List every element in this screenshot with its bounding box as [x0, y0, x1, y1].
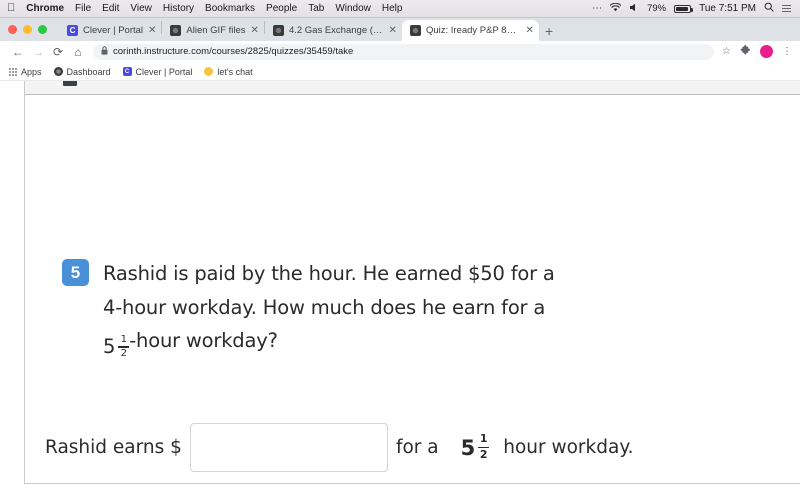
answer-input[interactable]	[189, 423, 388, 472]
battery-percentage: 79%	[647, 3, 667, 14]
bookmark-lets-chat[interactable]: let's chat	[204, 66, 253, 77]
extensions-puzzle-icon[interactable]	[740, 44, 751, 59]
question-number-badge: 5	[62, 259, 89, 286]
menubar-item-help[interactable]: Help	[382, 3, 403, 14]
question-block: 5 Rashid is paid by the hour. He earned …	[62, 257, 770, 364]
answer-middle-label: for a	[395, 437, 439, 458]
search-icon[interactable]	[764, 2, 774, 15]
question-row: 5 Rashid is paid by the hour. He earned …	[62, 257, 770, 364]
bookmark-dashboard[interactable]: Dashboard	[53, 66, 111, 77]
browser-toolbar: ← → ⟳ ⌂ corinth.instructure.com/courses/…	[0, 41, 800, 63]
tab-close-icon[interactable]: ✕	[526, 25, 534, 36]
clever-favicon-icon: C	[67, 25, 78, 36]
generic-favicon-icon	[409, 25, 421, 36]
bookmark-label: Clever | Portal	[135, 66, 193, 77]
clipped-quiz-toolbar	[25, 81, 800, 95]
fraction-numerator: 1	[120, 333, 127, 345]
address-bar-url: corinth.instructure.com/courses/2825/qui…	[113, 46, 354, 57]
fraction-denominator: 2	[479, 447, 488, 461]
mixed-number-whole: 5	[460, 435, 476, 460]
tab-close-icon[interactable]: ✕	[148, 25, 156, 36]
bookmark-label: let's chat	[217, 66, 253, 77]
question-mixed-number: 5 1 2	[103, 330, 130, 364]
fraction-numerator: 1	[479, 432, 488, 446]
clever-favicon-icon: C	[122, 67, 132, 76]
tab-close-icon[interactable]: ✕	[251, 25, 259, 36]
question-text: Rashid is paid by the hour. He earned $5…	[103, 257, 555, 364]
question-line-2: 4-hour workday. How much does he earn fo…	[103, 295, 546, 319]
menubar-item-view[interactable]: View	[130, 3, 152, 14]
chrome-menu-icon[interactable]: ⋮	[782, 46, 792, 57]
generic-favicon-icon	[272, 25, 284, 36]
menubar-item-file[interactable]: File	[75, 3, 91, 14]
new-tab-button[interactable]: +	[539, 24, 559, 38]
airplay-icon[interactable]: ⋯	[592, 3, 602, 14]
address-bar[interactable]: corinth.instructure.com/courses/2825/qui…	[93, 43, 715, 60]
page-viewport: 5 Rashid is paid by the hour. He earned …	[0, 81, 800, 500]
clipped-toolbar-button[interactable]	[63, 81, 77, 86]
reload-button[interactable]: ⟳	[48, 46, 68, 58]
menubar-item-tab[interactable]: Tab	[308, 3, 324, 14]
fraction: 1 2	[118, 333, 130, 360]
tab-title: Alien GIF files	[186, 25, 246, 36]
bookmark-clever-portal[interactable]: C Clever | Portal	[122, 66, 193, 77]
wifi-icon[interactable]	[609, 2, 622, 15]
browser-tab-quiz-iready[interactable]: Quiz: Iready P&P 87-88Homew ✕	[401, 20, 539, 41]
menubar-item-window[interactable]: Window	[335, 3, 371, 14]
answer-prefix-label: Rashid earns $	[45, 437, 182, 458]
question-line-3: 5 1 2 -hour workday?	[103, 324, 555, 364]
question-line-3-tail: -hour workday?	[129, 329, 278, 353]
battery-icon	[674, 4, 694, 13]
browser-tab-gas-exchange[interactable]: 4.2 Gas Exchange (Wednesda ✕	[265, 20, 402, 41]
menubar-item-bookmarks[interactable]: Bookmarks	[205, 3, 255, 14]
answer-row: Rashid earns $ for a 5 1 2 hour workday.	[45, 423, 634, 472]
answer-suffix-label: hour workday.	[503, 437, 634, 458]
fraction-denominator: 2	[120, 348, 127, 360]
menubar-item-chrome[interactable]: Chrome	[26, 3, 64, 14]
control-center-icon[interactable]	[782, 4, 791, 13]
menubar-item-people[interactable]: People	[266, 3, 297, 14]
fraction: 1 2	[478, 432, 490, 461]
back-button[interactable]: ←	[8, 46, 28, 58]
close-window-button[interactable]	[8, 25, 17, 34]
volume-icon[interactable]	[629, 3, 639, 15]
home-button[interactable]: ⌂	[68, 46, 88, 58]
menubar-item-history[interactable]: History	[163, 3, 194, 14]
menubar-item-edit[interactable]: Edit	[102, 3, 119, 14]
generic-favicon-icon	[170, 25, 182, 36]
tab-title: Clever | Portal	[83, 25, 144, 36]
tab-close-icon[interactable]: ✕	[389, 25, 397, 36]
profile-avatar[interactable]	[760, 45, 773, 58]
bookmarks-bar: Apps Dashboard C Clever | Portal let's c…	[0, 63, 800, 81]
browser-tab-alien-gif-files[interactable]: Alien GIF files ✕	[162, 20, 264, 41]
lock-icon	[101, 46, 108, 57]
apps-grid-icon	[9, 67, 17, 76]
browser-tabstrip: C Clever | Portal ✕ Alien GIF files ✕ 4.…	[0, 18, 800, 41]
answer-mixed-number: 5 1 2	[460, 432, 490, 461]
bookmark-apps[interactable]: Apps	[9, 67, 42, 77]
forward-button[interactable]: →	[28, 46, 48, 58]
tab-title: 4.2 Gas Exchange (Wednesda	[288, 25, 384, 36]
maximize-window-button[interactable]	[38, 25, 47, 34]
menubar-clock[interactable]: Tue 7:51 PM	[699, 3, 756, 14]
dashboard-favicon-icon	[53, 67, 63, 76]
smiley-favicon-icon	[204, 67, 214, 76]
question-line-1: Rashid is paid by the hour. He earned $5…	[103, 262, 555, 285]
menubar-status-area: ⋯ 79% Tue 7:51 PM	[592, 2, 793, 15]
bookmark-label: Apps	[21, 66, 42, 77]
browser-tab-clever-portal[interactable]: C Clever | Portal ✕	[59, 20, 161, 41]
window-traffic-lights	[8, 18, 59, 41]
toolbar-actions: ☆ ⋮	[719, 44, 792, 59]
bookmark-star-icon[interactable]: ☆	[722, 46, 731, 57]
bookmark-label: Dashboard	[66, 66, 111, 77]
mixed-number-whole: 5	[103, 335, 116, 359]
macos-menubar:  Chrome File Edit View History Bookmark…	[0, 0, 800, 18]
tab-title: Quiz: Iready P&P 87-88Homew	[425, 25, 521, 36]
minimize-window-button[interactable]	[23, 25, 32, 34]
apple-logo-icon[interactable]: 	[7, 3, 15, 14]
